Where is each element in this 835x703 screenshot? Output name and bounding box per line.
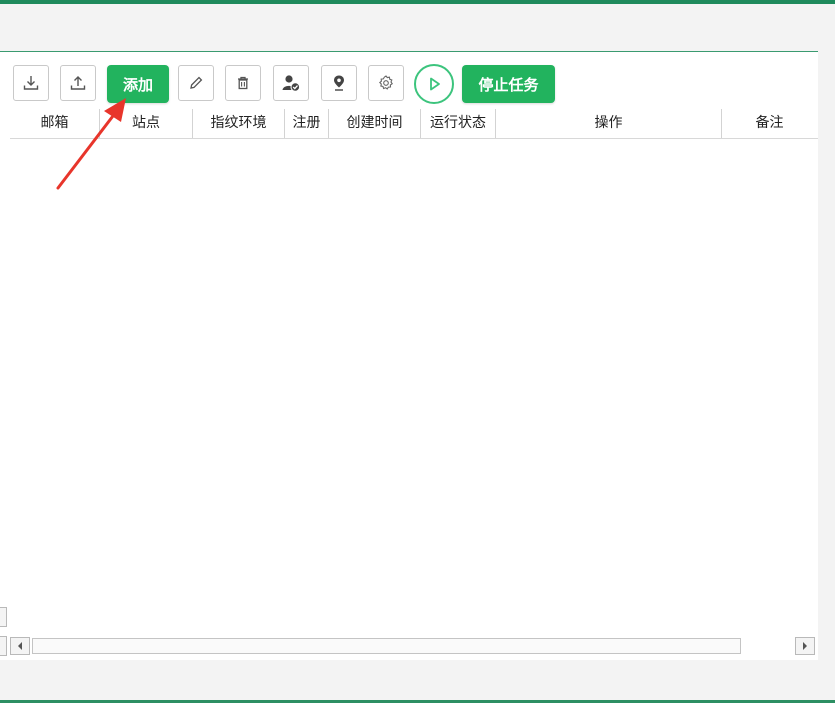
annotation-arrow-icon [56, 98, 126, 190]
